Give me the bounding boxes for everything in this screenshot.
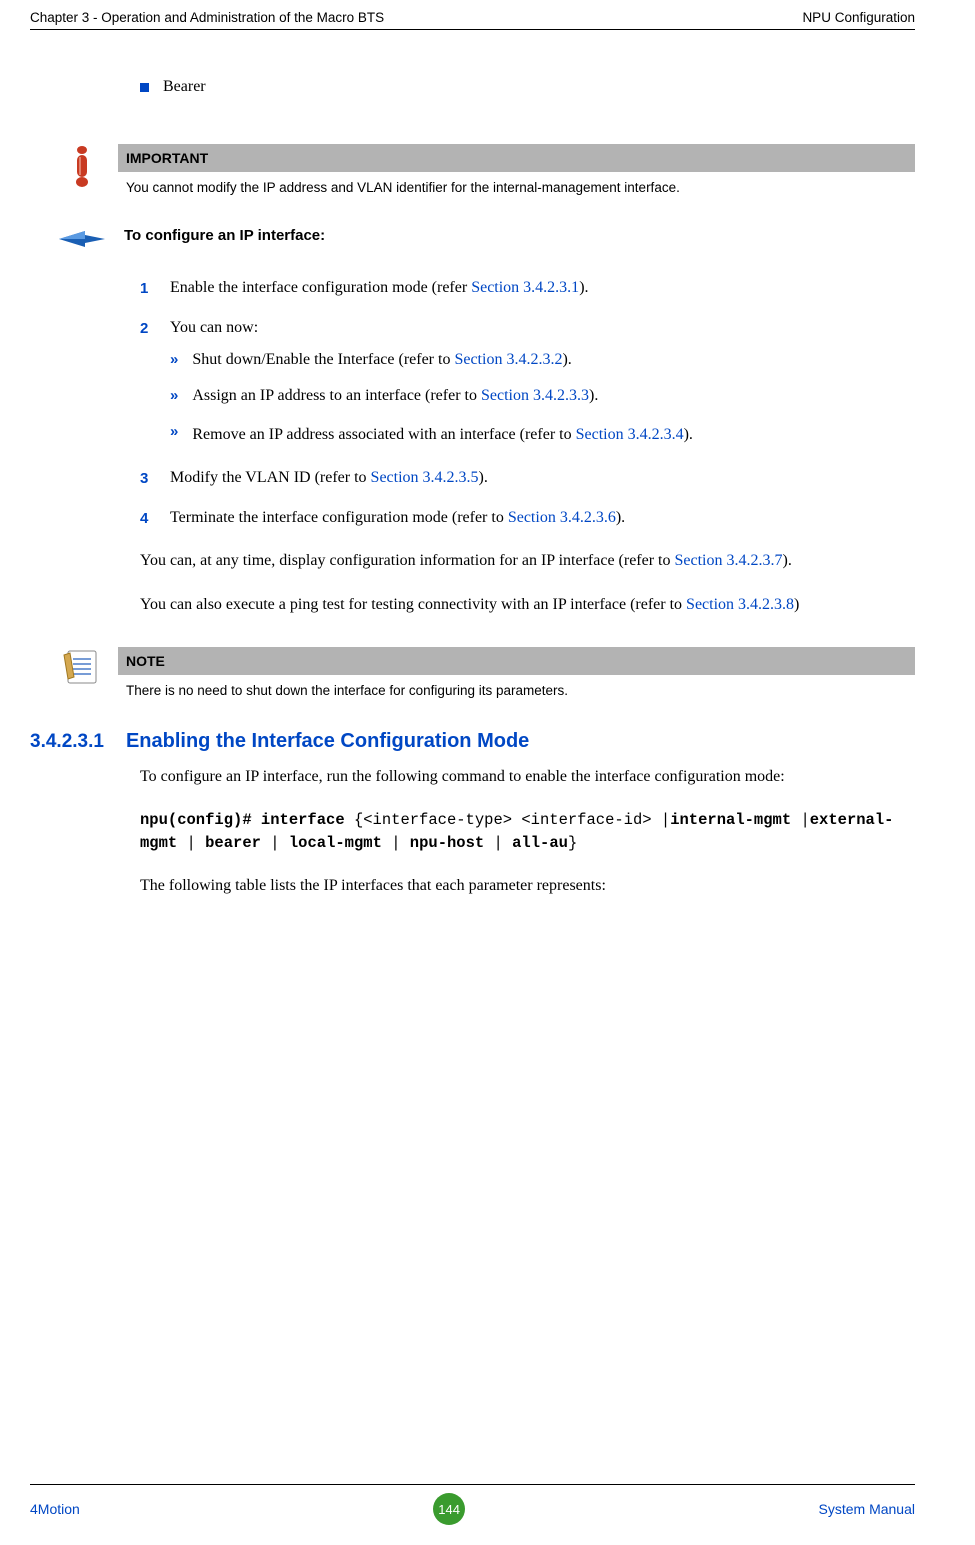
note-icon <box>58 647 106 685</box>
procedure-label: To configure an IP interface: <box>124 227 325 244</box>
link-3-4-2-3-1[interactable]: Section 3.4.2.3.1 <box>471 279 579 296</box>
important-title: IMPORTANT <box>118 144 915 172</box>
note-text: There is no need to shut down the interf… <box>118 675 915 698</box>
substep-b: » Assign an IP address to an interface (… <box>170 387 915 405</box>
step-text: Terminate the interface configuration mo… <box>170 509 625 527</box>
step-2: 2 You can now: <box>140 319 915 337</box>
note-callout: NOTE There is no need to shut down the i… <box>58 647 915 698</box>
chevron-icon: » <box>170 423 178 447</box>
header-left: Chapter 3 - Operation and Administration… <box>30 10 384 25</box>
step-4: 4 Terminate the interface configuration … <box>140 509 915 527</box>
footer-left: 4Motion <box>30 1501 80 1517</box>
substep-text: Remove an IP address associated with an … <box>192 423 693 447</box>
bullet-item-bearer: Bearer <box>140 78 915 96</box>
section-table-intro: The following table lists the IP interfa… <box>140 874 915 898</box>
procedure-heading: To configure an IP interface: <box>58 227 915 249</box>
step-number: 4 <box>140 509 152 527</box>
step-1: 1 Enable the interface configuration mod… <box>140 279 915 297</box>
section-title: Enabling the Interface Configuration Mod… <box>126 730 529 753</box>
note-title: NOTE <box>118 647 915 675</box>
arrow-icon <box>58 227 106 249</box>
code-block: npu(config)# interface {<interface-type>… <box>140 809 915 856</box>
link-3-4-2-3-8[interactable]: Section 3.4.2.3.8 <box>686 596 794 613</box>
step-3: 3 Modify the VLAN ID (refer to Section 3… <box>140 469 915 487</box>
link-3-4-2-3-6[interactable]: Section 3.4.2.3.6 <box>508 509 616 526</box>
link-3-4-2-3-5[interactable]: Section 3.4.2.3.5 <box>371 469 479 486</box>
header-right: NPU Configuration <box>802 10 915 25</box>
para-ping-test: You can also execute a ping test for tes… <box>140 593 915 617</box>
step-text: You can now: <box>170 319 258 337</box>
link-3-4-2-3-3[interactable]: Section 3.4.2.3.3 <box>481 387 589 404</box>
substep-c: » Remove an IP address associated with a… <box>170 423 915 447</box>
main-content: Bearer IMPORTANT You cannot modify the I… <box>140 78 915 898</box>
link-3-4-2-3-2[interactable]: Section 3.4.2.3.2 <box>454 351 562 368</box>
section-heading: 3.4.2.3.1 Enabling the Interface Configu… <box>30 730 915 753</box>
square-bullet-icon <box>140 83 149 92</box>
step-text: Enable the interface configuration mode … <box>170 279 589 297</box>
bullet-text: Bearer <box>163 78 206 96</box>
page-number: 144 <box>433 1493 465 1525</box>
page-header: Chapter 3 - Operation and Administration… <box>30 10 915 30</box>
section-number: 3.4.2.3.1 <box>30 731 104 753</box>
important-text: You cannot modify the IP address and VLA… <box>118 172 915 195</box>
page-footer: 4Motion 144 System Manual <box>30 1484 915 1525</box>
link-3-4-2-3-4[interactable]: Section 3.4.2.3.4 <box>576 426 684 443</box>
chevron-icon: » <box>170 351 178 369</box>
section-intro: To configure an IP interface, run the fo… <box>140 765 915 789</box>
substep-a: » Shut down/Enable the Interface (refer … <box>170 351 915 369</box>
footer-right: System Manual <box>819 1501 915 1517</box>
important-callout: IMPORTANT You cannot modify the IP addre… <box>58 144 915 195</box>
step-text: Modify the VLAN ID (refer to Section 3.4… <box>170 469 488 487</box>
step-number: 2 <box>140 319 152 337</box>
step-number: 3 <box>140 469 152 487</box>
substep-text: Shut down/Enable the Interface (refer to… <box>192 351 571 369</box>
substep-text: Assign an IP address to an interface (re… <box>192 387 598 405</box>
important-icon <box>58 144 106 188</box>
para-display-info: You can, at any time, display configurat… <box>140 549 915 573</box>
link-3-4-2-3-7[interactable]: Section 3.4.2.3.7 <box>675 552 783 569</box>
chevron-icon: » <box>170 387 178 405</box>
step-number: 1 <box>140 279 152 297</box>
